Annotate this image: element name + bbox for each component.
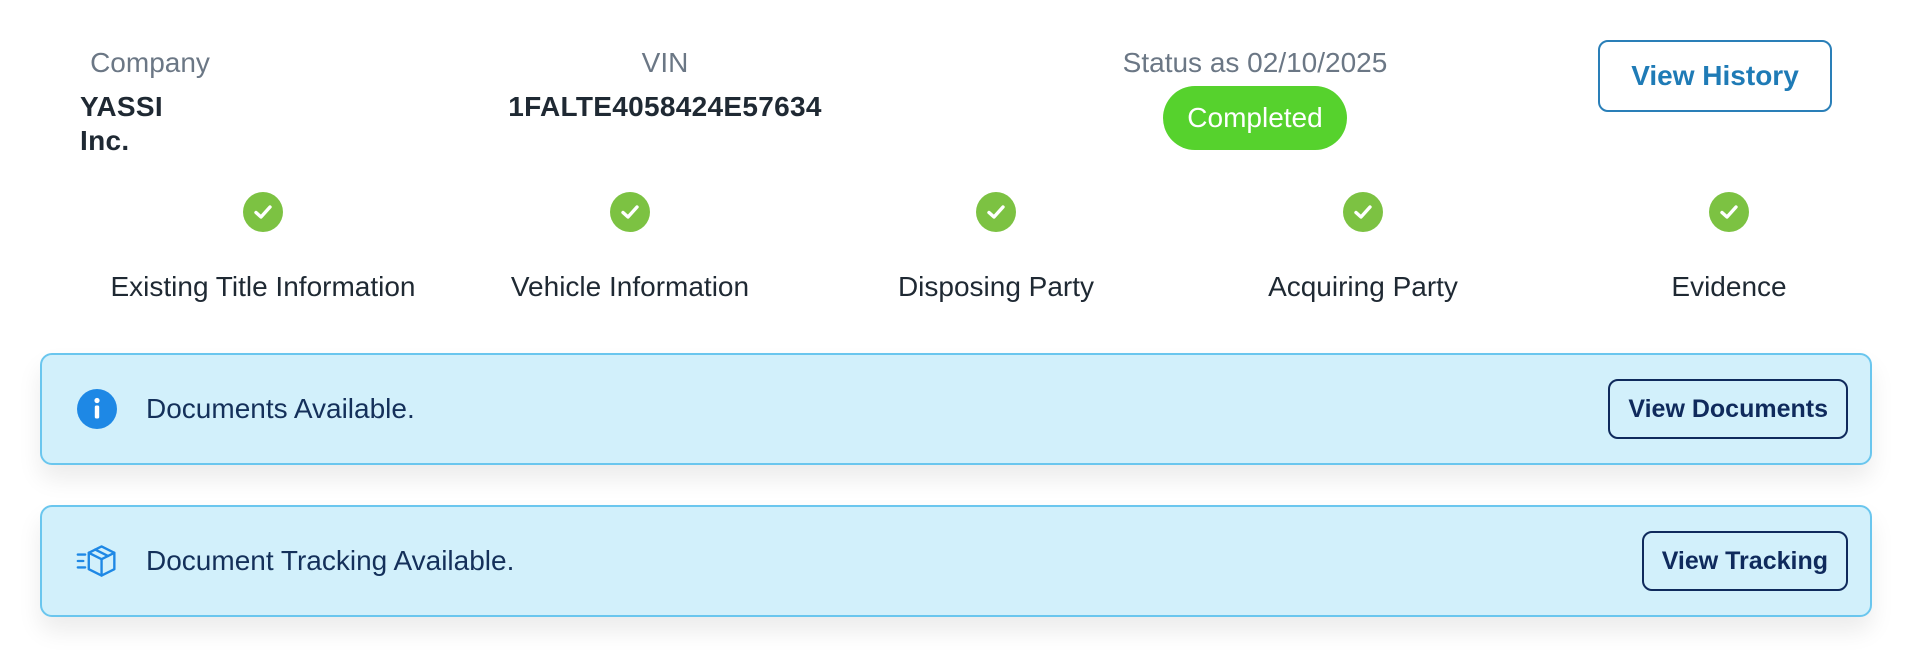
- step-label: Vehicle Information: [510, 271, 750, 302]
- step-label: Disposing Party: [897, 271, 1095, 302]
- tracking-message: Document Tracking Available.: [146, 545, 515, 576]
- document-tracking-banner: Document Tracking Available. View Tracki…: [40, 505, 1872, 617]
- company-field: Company YASSI Inc.: [80, 46, 220, 158]
- company-label: Company: [90, 47, 210, 78]
- vin-label: VIN: [641, 47, 689, 78]
- package-tracking-icon: [76, 540, 118, 582]
- step-label: Acquiring Party: [1268, 271, 1458, 302]
- step-disposing-party: Disposing Party: [816, 192, 1176, 304]
- step-label: Existing Title Information: [110, 271, 416, 302]
- check-icon: [976, 192, 1016, 232]
- step-acquiring-party: Acquiring Party: [1183, 192, 1543, 304]
- view-history-button[interactable]: View History: [1598, 40, 1832, 112]
- step-existing-title-information: Existing Title Information: [83, 192, 443, 304]
- info-icon: [76, 388, 118, 430]
- documents-available-banner: Documents Available. View Documents: [40, 353, 1872, 465]
- step-evidence: Evidence: [1549, 192, 1909, 304]
- status-label: Status as 02/10/2025: [1122, 47, 1388, 78]
- view-documents-button[interactable]: View Documents: [1608, 379, 1848, 439]
- view-tracking-button[interactable]: View Tracking: [1641, 531, 1848, 591]
- company-value: YASSI Inc.: [80, 91, 163, 156]
- check-icon: [1343, 192, 1383, 232]
- check-icon: [1709, 192, 1749, 232]
- vin-field: VIN 1FALTE4058424E57634: [500, 46, 830, 124]
- progress-steps: Existing Title Information Vehicle Infor…: [40, 160, 1872, 350]
- status-field: Status as 02/10/2025 Completed: [1100, 46, 1410, 150]
- summary-header: Company YASSI Inc. VIN 1FALTE4058424E576…: [40, 0, 1872, 160]
- step-vehicle-information: Vehicle Information: [450, 192, 810, 304]
- documents-message: Documents Available.: [146, 393, 415, 424]
- title-transfer-summary-card: Company YASSI Inc. VIN 1FALTE4058424E576…: [0, 0, 1912, 664]
- vin-value: 1FALTE4058424E57634: [508, 91, 822, 122]
- check-icon: [243, 192, 283, 232]
- check-icon: [610, 192, 650, 232]
- step-label: Evidence: [1671, 271, 1787, 302]
- status-badge: Completed: [1163, 86, 1347, 150]
